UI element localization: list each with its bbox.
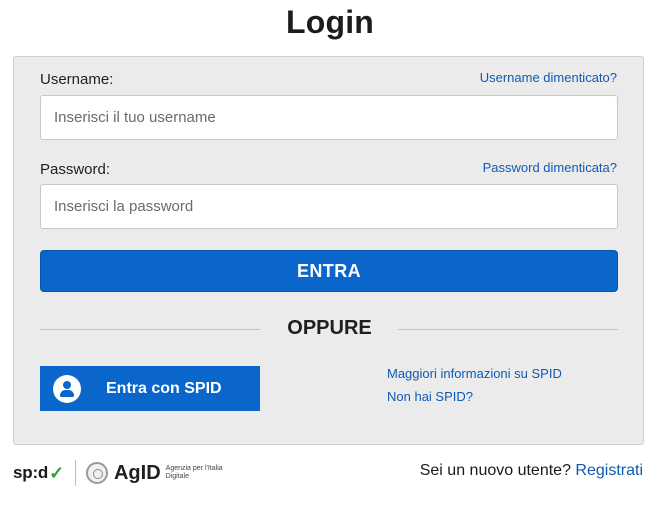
username-label: Username:: [40, 71, 114, 88]
password-input[interactable]: [40, 184, 618, 229]
username-forgot-link[interactable]: Username dimenticato?: [480, 70, 617, 85]
agid-tagline: Agenzia per l'Italia Digitale: [165, 465, 223, 480]
logo-divider: [74, 460, 76, 486]
page-title: Login: [285, 4, 375, 40]
no-spid-link[interactable]: Non hai SPID?: [387, 388, 562, 405]
login-button[interactable]: ENTRA: [40, 250, 618, 292]
checkmark-icon: ✓: [49, 462, 64, 483]
user-icon: [53, 374, 81, 403]
spid-info-links: Maggiori informazioni su SPID Non hai SP…: [387, 365, 562, 411]
register-link[interactable]: Registrati: [575, 462, 643, 479]
divider-right: [398, 329, 618, 330]
password-forgot-link[interactable]: Password dimenticata?: [483, 160, 617, 175]
username-input[interactable]: [40, 95, 618, 140]
spid-more-info-link[interactable]: Maggiori informazioni su SPID: [387, 365, 562, 382]
italian-emblem-icon: [85, 462, 108, 484]
password-label: Password:: [40, 161, 111, 178]
new-user-prompt: Sei un nuovo utente? Registrati: [420, 462, 643, 480]
spid-login-button[interactable]: Entra con SPID: [40, 366, 260, 411]
agid-logo: AgID: [113, 461, 161, 484]
spid-logo: sp:d ✓: [13, 462, 64, 483]
login-panel: Username: Username dimenticato? Password…: [13, 56, 644, 445]
new-user-text: Sei un nuovo utente?: [419, 462, 571, 479]
spid-button-label: Entra con SPID: [106, 379, 222, 397]
footer-logos: sp:d ✓ AgID Agenzia per l'Italia Digitale: [13, 458, 226, 488]
